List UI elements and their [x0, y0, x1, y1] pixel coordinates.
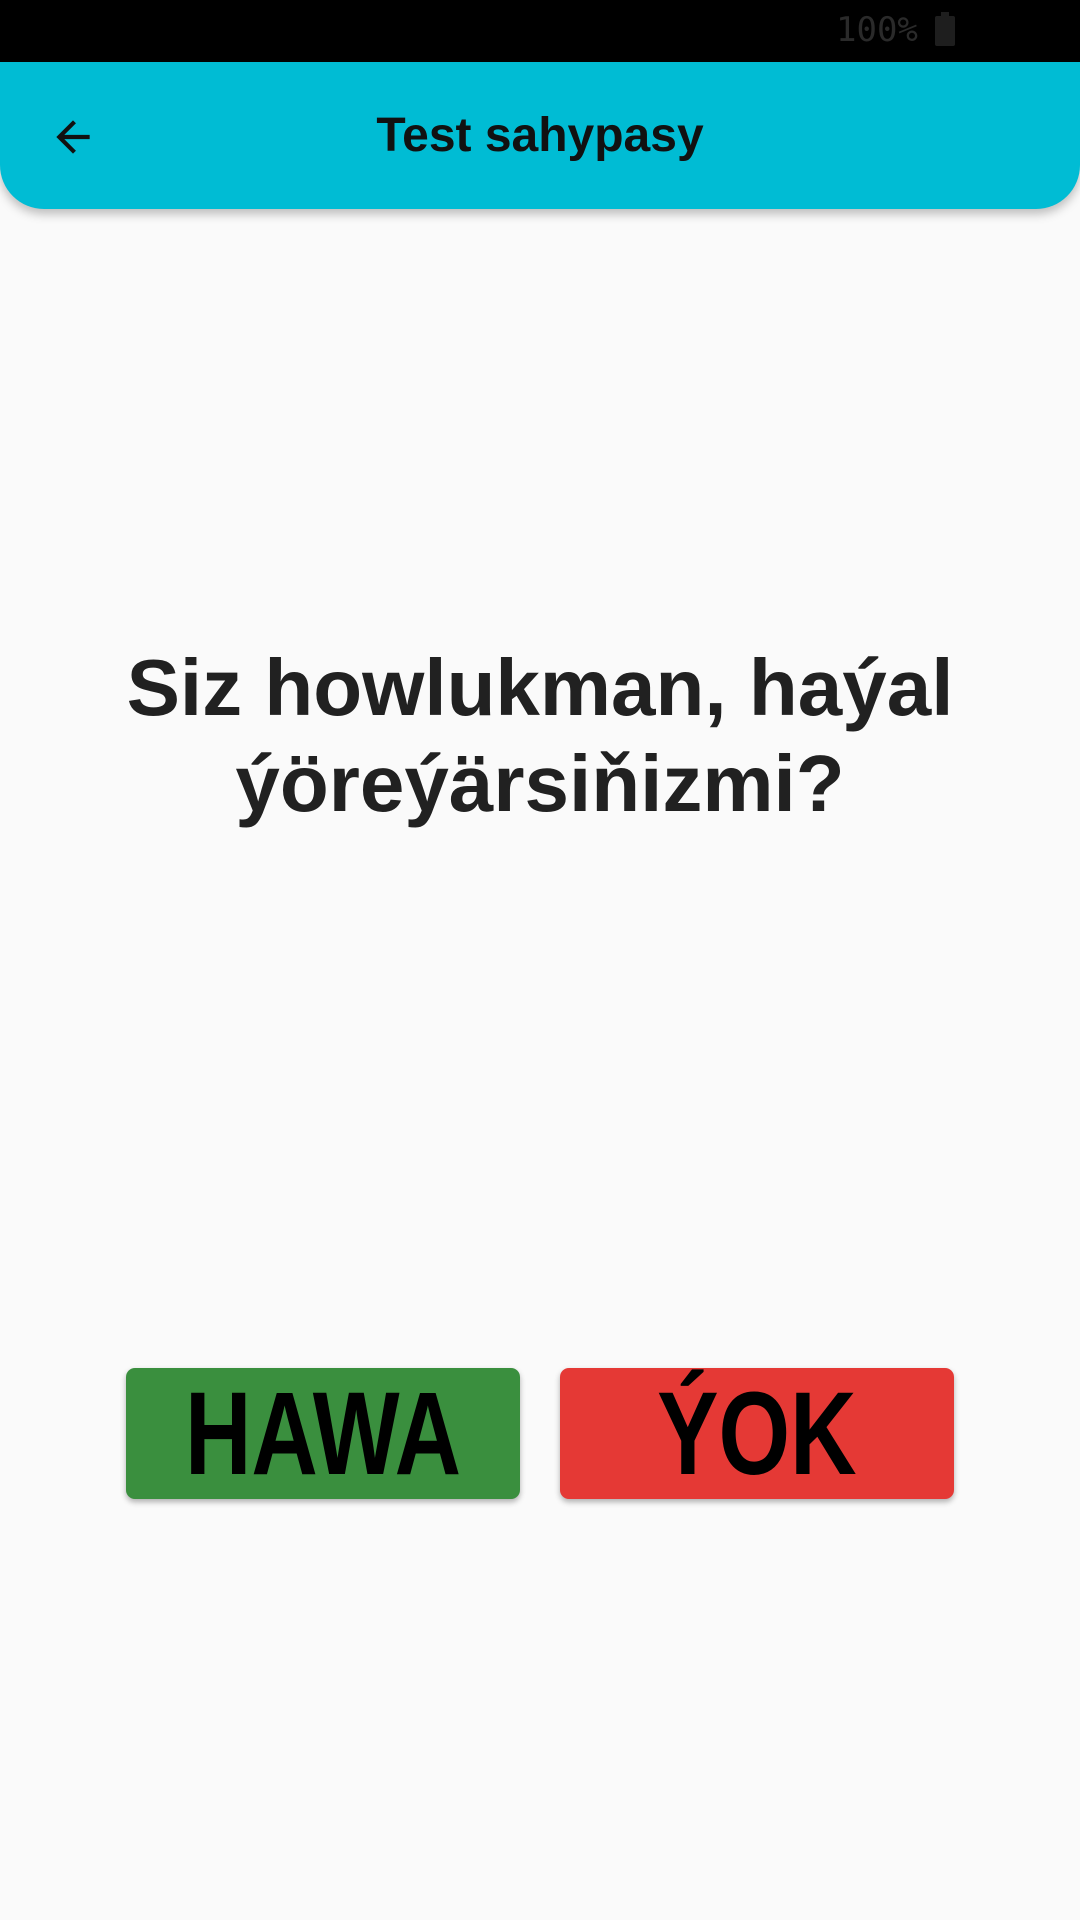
no-button-label: ÝOK — [657, 1367, 857, 1500]
no-button[interactable]: ÝOK — [560, 1368, 954, 1499]
battery-percentage: 100% — [836, 10, 918, 50]
battery-full-icon — [935, 12, 955, 46]
question-text: Siz howlukman, haýal ýöreýärsiňizmi? — [126, 643, 954, 828]
page-title: Test sahypasy — [376, 109, 704, 162]
yes-button-label: HAWA — [184, 1367, 462, 1500]
status-bar: 100% — [0, 0, 1080, 62]
yes-button[interactable]: HAWA — [126, 1368, 520, 1499]
